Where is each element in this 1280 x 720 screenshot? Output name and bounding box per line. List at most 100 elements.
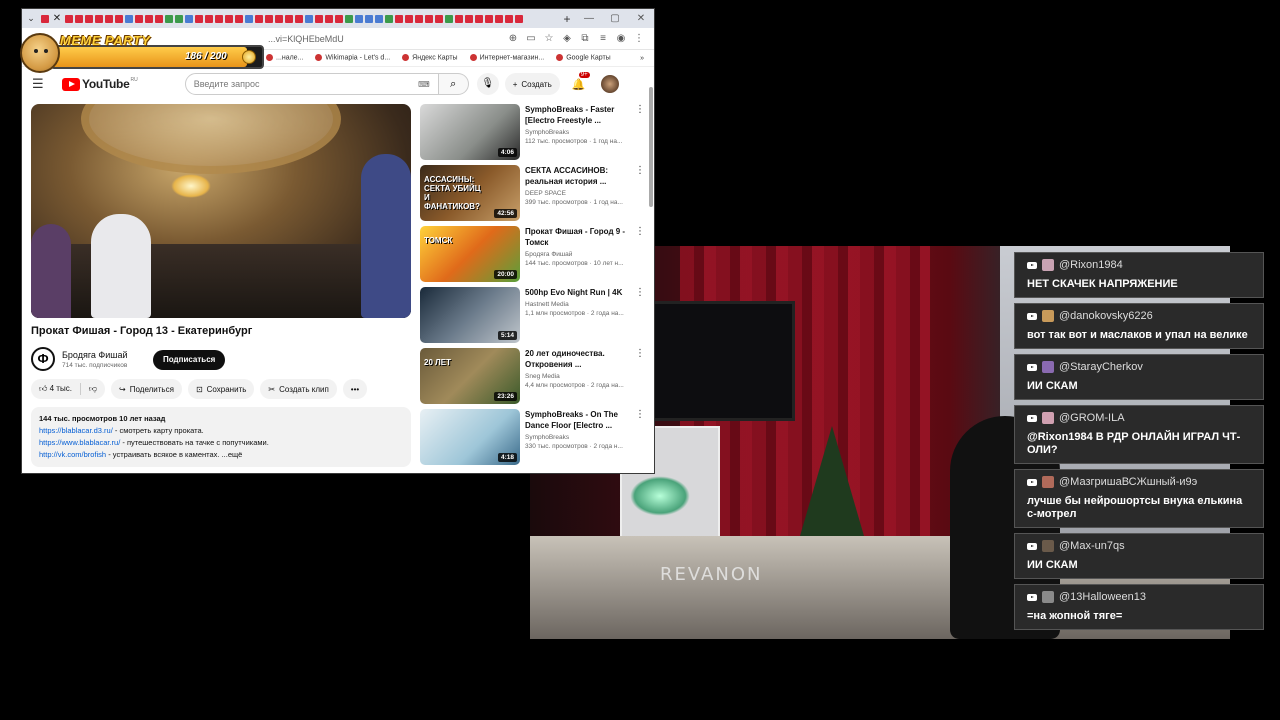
search-button[interactable]: ⌕ (438, 73, 469, 95)
profile-icon[interactable]: ◉ (612, 33, 630, 44)
new-tab-icon[interactable]: + (558, 12, 576, 26)
recommendation-title[interactable]: SymphoBreaks - On The Dance Floor [Elect… (525, 409, 635, 431)
tab-favicon[interactable] (515, 14, 523, 23)
more-vertical-icon[interactable]: ⋮ (635, 409, 645, 470)
description-box[interactable]: 144 тыс. просмотров 10 лет назад https:/… (31, 407, 411, 467)
recommendation-channel[interactable]: SymphoBreaks (525, 434, 635, 441)
address-bar[interactable]: ...vi=KlQHEbeMdU (268, 34, 504, 44)
more-vertical-icon[interactable]: ⋮ (635, 287, 645, 348)
tab-favicon[interactable] (185, 14, 193, 23)
bookmarks-more-icon[interactable]: » (640, 55, 644, 62)
more-vertical-icon[interactable]: ⋮ (635, 348, 645, 409)
recommendation-item[interactable]: 4:18 SymphoBreaks - On The Dance Floor [E… (420, 409, 650, 470)
tab-favicon[interactable] (455, 14, 463, 23)
tab-favicon[interactable] (305, 14, 313, 23)
recommendation-item[interactable]: 20 ЛЕТ 23:26 20 лет одиночества. Откровени… (420, 348, 650, 409)
create-button[interactable]: + Создать (504, 73, 560, 95)
search-input[interactable]: Введите запрос ⌨ (184, 73, 439, 95)
tab-favicon[interactable] (115, 14, 123, 23)
tab-favicon[interactable] (95, 14, 103, 23)
recommendation-channel[interactable]: SymphoBreaks (525, 129, 635, 136)
tab-favicon[interactable] (105, 14, 113, 23)
tab-favicon[interactable] (265, 14, 273, 23)
video-thumbnail[interactable]: АССАСИНЫ: СЕКТА УБИЙЦ И ФАНАТИКОВ? 42:56 (420, 165, 520, 221)
tab-favicon[interactable] (355, 14, 363, 23)
maximize-icon[interactable]: ▢ (602, 13, 628, 24)
tab-favicon[interactable] (235, 14, 243, 23)
bookmark-star-icon[interactable]: ☆ (540, 33, 558, 44)
browser-window[interactable]: ⌄ ✕ + — ▢ ✕ ...vi=KlQHEbeMdU ⊕ ▭ ☆ ◈ ⧉ ≡… (21, 8, 655, 474)
tab-favicon[interactable] (335, 14, 343, 23)
more-vertical-icon[interactable]: ⋮ (635, 104, 645, 165)
tab-favicon[interactable] (495, 14, 503, 23)
tab-favicon[interactable] (415, 14, 423, 23)
tab-favicon[interactable] (145, 14, 153, 23)
description-link[interactable]: https://blablacar.d3.ru/ (39, 426, 113, 435)
tab-favicon[interactable] (75, 14, 83, 23)
tab-favicon[interactable] (155, 14, 163, 23)
tab-favicon[interactable] (395, 14, 403, 23)
tab-favicon[interactable] (505, 14, 513, 23)
channel-avatar[interactable]: Ф (31, 347, 55, 371)
tab-favicon[interactable] (405, 14, 413, 23)
recommendation-title[interactable]: СЕКТА АССАСИНОВ: реальная история ... (525, 165, 635, 187)
minimize-icon[interactable]: — (576, 13, 602, 24)
notifications-button[interactable]: 🔔 9+ (572, 71, 590, 91)
voice-search-button[interactable]: 🎙 (476, 73, 499, 95)
page-scrollbar[interactable] (649, 69, 653, 473)
tab-favicon[interactable] (135, 14, 143, 23)
more-actions-button[interactable]: ••• (342, 379, 368, 399)
recommendation-item[interactable]: АССАСИНЫ: СЕКТА УБИЙЦ И ФАНАТИКОВ? 42:56 С… (420, 165, 650, 226)
tab-favicon[interactable] (255, 14, 263, 23)
video-thumbnail[interactable]: 20 ЛЕТ 23:26 (420, 348, 520, 404)
more-vertical-icon[interactable]: ⋮ (635, 165, 645, 226)
extensions-icon[interactable]: ⧉ (576, 33, 594, 44)
recommendation-item[interactable]: ТОМСК 20:00 Прокат Фишая - Город 9 - Томск… (420, 226, 650, 287)
share-button[interactable]: ↪ Поделиться (111, 379, 182, 399)
tab-favicon[interactable] (485, 14, 493, 23)
tab-search-icon[interactable]: ⌄ (22, 13, 40, 24)
tab-favicon[interactable] (205, 14, 213, 23)
recommendation-channel[interactable]: Бродяга Фишай (525, 251, 635, 258)
bookmark-item[interactable]: Google Карты (556, 54, 611, 62)
cast-icon[interactable]: ▭ (522, 33, 540, 44)
user-avatar[interactable] (601, 75, 620, 93)
tab-favicon[interactable] (475, 14, 483, 23)
tab-favicon[interactable] (375, 14, 383, 23)
tab-favicon[interactable] (425, 14, 433, 23)
save-button[interactable]: ⊡ Сохранить (187, 379, 255, 399)
recommendation-channel[interactable]: Hastnett Media (525, 301, 635, 308)
scrollbar-thumb[interactable] (649, 87, 653, 207)
video-thumbnail[interactable]: 5:14 (420, 287, 520, 343)
recommendation-title[interactable]: SymphoBreaks - Faster [Electro Freestyle… (525, 104, 635, 126)
youtube-logo[interactable]: YouTube RU (62, 77, 138, 91)
dislike-button[interactable]: 👎︎ (89, 384, 97, 394)
tab-favicon[interactable] (275, 14, 283, 23)
recommendation-item[interactable]: 5:14 500hp Evo Night Run | 4K Hastnett Med… (420, 287, 650, 348)
video-thumbnail[interactable]: 4:06 (420, 104, 520, 160)
recommendation-title[interactable]: 500hp Evo Night Run | 4K (525, 287, 635, 298)
tab-favicon[interactable] (465, 14, 473, 23)
like-button[interactable]: 👍︎ 4 тыс. (39, 384, 72, 394)
recommendation-channel[interactable]: Sneg Media (525, 373, 635, 380)
recommendation-title[interactable]: 20 лет одиночества. Откровения ... (525, 348, 635, 370)
tab-favicon[interactable] (315, 14, 323, 23)
bookmark-item[interactable]: Интернет-магазин... (469, 54, 544, 62)
zoom-icon[interactable]: ⊕ (504, 33, 522, 44)
tab-favicon[interactable] (325, 14, 333, 23)
tab-favicon[interactable] (225, 14, 233, 23)
tab-favicon[interactable] (195, 14, 203, 23)
tab-favicon[interactable] (165, 14, 173, 23)
tab-favicon[interactable] (385, 14, 393, 23)
tab-favicon[interactable] (215, 14, 223, 23)
tab-favicon[interactable] (285, 14, 293, 23)
tab-favicon[interactable] (445, 14, 453, 23)
bookmark-item[interactable]: ...нале... (266, 54, 303, 62)
clip-button[interactable]: ✂ Создать клип (260, 379, 337, 399)
media-icon[interactable]: ≡ (594, 33, 612, 44)
tab-favicon[interactable] (175, 14, 183, 23)
video-player[interactable] (31, 104, 411, 318)
close-window-icon[interactable]: ✕ (628, 13, 654, 24)
video-thumbnail[interactable]: ТОМСК 20:00 (420, 226, 520, 282)
bookmark-item[interactable]: Wikimapia - Let's d... (315, 54, 390, 62)
